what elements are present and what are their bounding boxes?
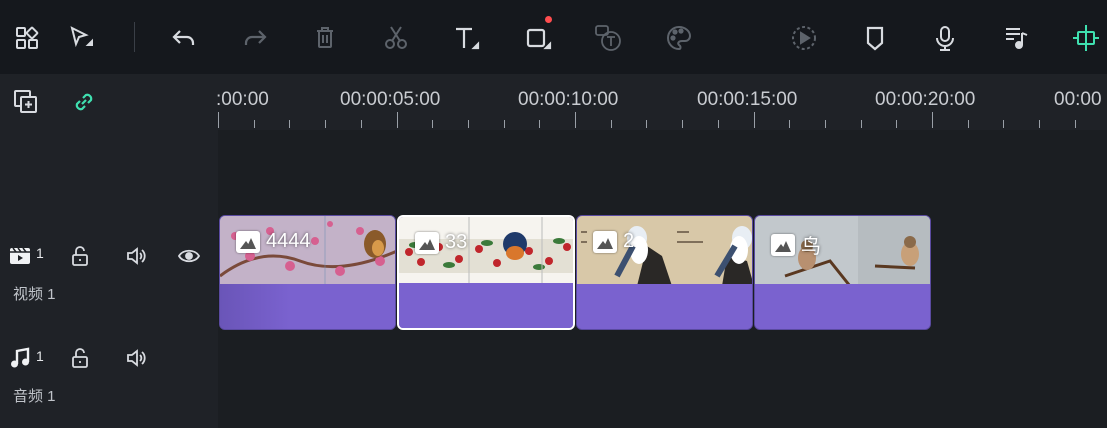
ruler-tick: [682, 120, 684, 128]
ruler-label: 00:00:10:00: [518, 89, 619, 110]
ruler-tick: [1074, 120, 1076, 128]
audio-track-header: 1 音频 1: [0, 330, 218, 428]
clip-title: 2: [623, 230, 635, 252]
video-clip[interactable]: 鸟: [754, 215, 931, 330]
clip-label: 2: [593, 230, 634, 253]
layout-grid-icon[interactable]: [10, 21, 44, 55]
palette-icon[interactable]: [662, 21, 696, 55]
ruler-tick: [717, 120, 719, 128]
ruler-tick: [932, 112, 933, 128]
scissors-icon[interactable]: [379, 21, 413, 55]
image-icon: [593, 230, 617, 253]
ruler-tick: [253, 120, 255, 128]
ruler-tick: [432, 120, 434, 128]
clip-title: 33: [445, 231, 468, 253]
clip-title: 4444: [266, 230, 311, 252]
marker-icon[interactable]: [858, 21, 892, 55]
select-arrow-icon[interactable]: [64, 21, 98, 55]
text-icon[interactable]: [449, 21, 483, 55]
video-track-icon: [8, 243, 32, 267]
video-clip-selected[interactable]: 33: [397, 215, 575, 330]
video-track-name: 视频 1: [13, 286, 56, 303]
toolbar-separator: [134, 22, 135, 52]
ruler-tick: [824, 120, 826, 128]
timeline-controls: [0, 74, 218, 130]
clip-track-bar: [220, 284, 395, 329]
ruler-tick: [325, 120, 327, 128]
ruler-tick: [503, 120, 505, 128]
ruler-tick: [967, 120, 969, 128]
clip-track-bar: [755, 284, 930, 329]
link-icon[interactable]: [68, 86, 100, 118]
ruler-label: 00:00: [1054, 89, 1102, 110]
music-note-icon: [8, 346, 32, 370]
speaker-icon[interactable]: [124, 244, 148, 268]
timeline-ruler-row: :00:00 00:00:05:00 00:00:10:00 00:00:15:…: [0, 74, 1107, 130]
speaker-icon[interactable]: [124, 346, 148, 370]
ruler-tick: [396, 112, 398, 128]
microphone-icon[interactable]: [928, 21, 962, 55]
ruler-tick: [467, 120, 469, 128]
image-icon: [236, 230, 260, 253]
redo-icon[interactable]: [238, 21, 272, 55]
render-preview-icon[interactable]: [787, 21, 821, 55]
ruler-tick: [646, 120, 648, 128]
crop-icon[interactable]: [521, 16, 555, 55]
music-list-icon[interactable]: [999, 21, 1033, 55]
eye-icon[interactable]: [177, 244, 201, 268]
clip-track-bar: [399, 283, 573, 328]
video-track-number: 1: [36, 245, 44, 261]
ruler-label: 00:00:20:00: [875, 89, 976, 110]
unlock-icon[interactable]: [68, 244, 92, 268]
clip-title: 鸟: [801, 236, 821, 258]
ruler-tick: [896, 120, 898, 128]
delete-icon[interactable]: [308, 21, 342, 55]
clip-label: 33: [415, 231, 467, 254]
video-clip[interactable]: 2: [576, 215, 753, 330]
ruler-label: 00:00:05:00: [340, 89, 441, 110]
audio-track-name: 音频 1: [13, 388, 56, 405]
split-snap-icon[interactable]: [1069, 21, 1103, 55]
image-icon: [415, 231, 439, 254]
ruler-label: 00:00:15:00: [697, 89, 798, 110]
clip-track-bar: [577, 284, 752, 329]
main-toolbar: [0, 0, 1107, 75]
timeline-ruler[interactable]: :00:00 00:00:05:00 00:00:10:00 00:00:15:…: [216, 74, 1107, 130]
clip-label: 鸟: [771, 230, 821, 259]
clip-label: 4444: [236, 230, 311, 253]
ruler-tick: [218, 112, 219, 128]
undo-icon[interactable]: [167, 21, 201, 55]
ruler-tick: [289, 120, 291, 128]
unlock-icon[interactable]: [68, 346, 92, 370]
audio-track-number: 1: [36, 348, 44, 364]
notification-dot: [545, 16, 552, 23]
ruler-tick: [610, 120, 612, 128]
ruler-tick: [539, 120, 541, 128]
ruler-tick: [860, 120, 862, 128]
speech-to-text-icon[interactable]: [591, 21, 625, 55]
ruler-tick: [1003, 120, 1005, 128]
ruler-tick: [575, 112, 576, 128]
add-track-icon[interactable]: [10, 86, 42, 118]
image-icon: [771, 233, 795, 256]
video-clip[interactable]: 4444: [219, 215, 396, 330]
video-track-header: 1 视频 1: [0, 215, 218, 330]
ruler-tick: [789, 120, 791, 128]
ruler-tick: [753, 112, 755, 128]
ruler-label: :00:00: [216, 89, 269, 110]
ruler-tick: [1039, 120, 1041, 128]
ruler-tick: [360, 120, 362, 128]
